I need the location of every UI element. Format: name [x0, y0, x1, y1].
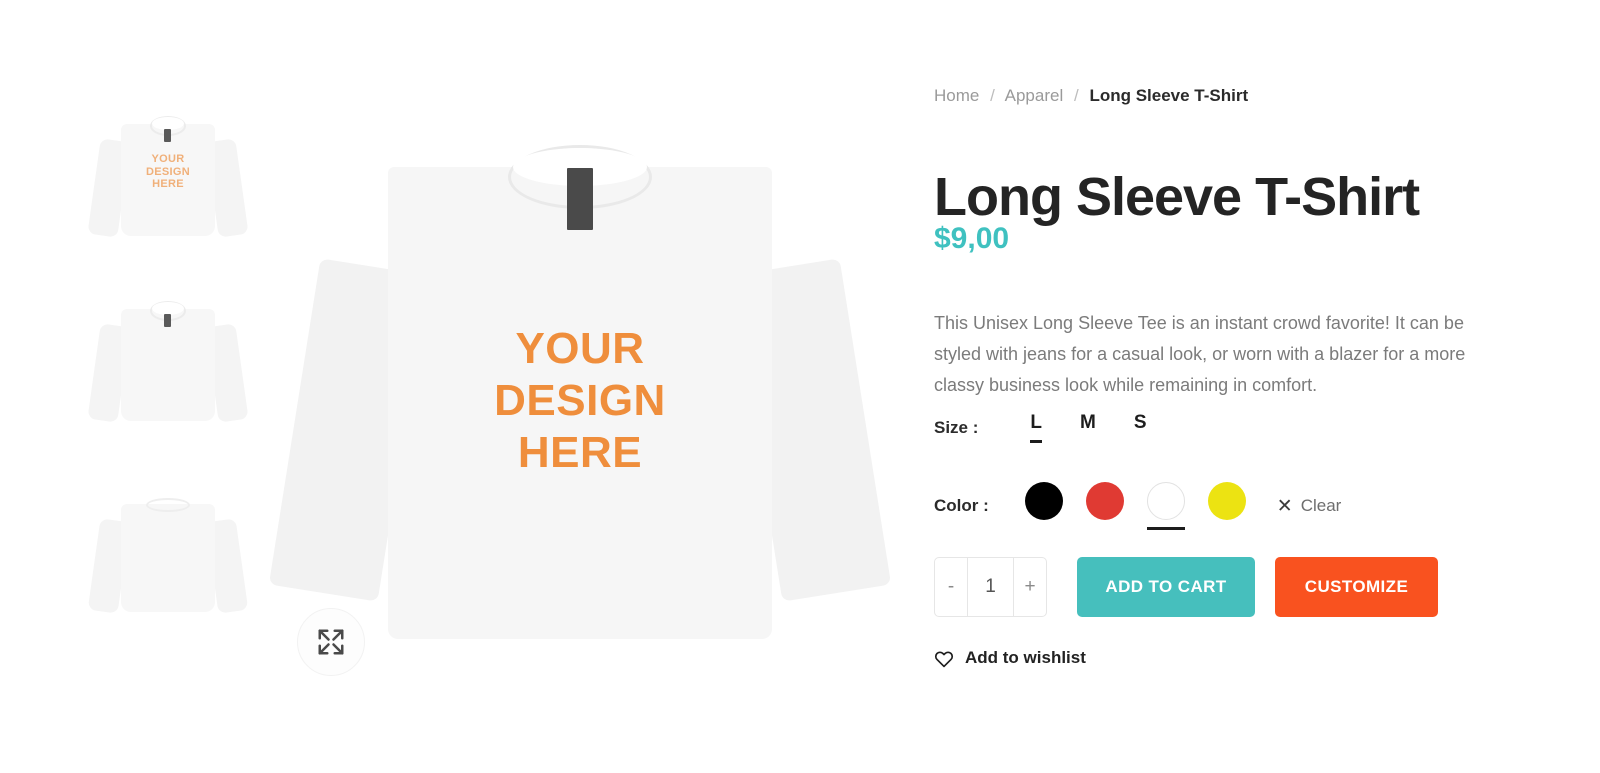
page-title: Long Sleeve T-Shirt	[934, 167, 1420, 228]
add-to-wishlist-button[interactable]: Add to wishlist	[934, 648, 1086, 668]
quantity-value[interactable]: 1	[967, 558, 1014, 616]
quantity-stepper: - 1 +	[934, 557, 1047, 617]
color-swatch-red[interactable]	[1085, 482, 1124, 530]
neck-tag	[164, 314, 171, 327]
thumbnail-print-text: YOUR DESIGN HERE	[88, 153, 248, 191]
swatch-fill-yellow	[1207, 482, 1246, 520]
breadcrumb-item-current: Long Sleeve T-Shirt	[1089, 86, 1249, 105]
size-option-s[interactable]: S	[1134, 412, 1147, 443]
thumbnail-front-with-print[interactable]: YOUR DESIGN HERE	[88, 96, 248, 256]
quantity-increment-button[interactable]: +	[1014, 558, 1046, 616]
quantity-decrement-button[interactable]: -	[935, 558, 967, 616]
print-line-1: YOUR	[151, 153, 185, 165]
main-product-image[interactable]: YOUR DESIGN HERE	[260, 95, 900, 695]
product-description: This Unisex Long Sleeve Tee is an instan…	[934, 313, 1466, 395]
thumbnail-front-blank[interactable]	[88, 281, 248, 441]
main-print-line-3: HERE	[517, 427, 643, 477]
size-options: L M S	[1030, 412, 1184, 443]
product-gallery: YOUR DESIGN HERE YOUR DESIGN HERE	[0, 0, 900, 773]
color-swatch-yellow[interactable]	[1207, 482, 1246, 530]
print-line-3: HERE	[152, 178, 184, 191]
breadcrumb-item-apparel[interactable]: Apparel	[1005, 86, 1064, 105]
color-label: Color :	[934, 496, 989, 515]
clear-color-button[interactable]: ✕ Clear	[1277, 496, 1342, 516]
size-option-l[interactable]: L	[1030, 412, 1043, 443]
color-options: ✕ Clear	[1024, 482, 1342, 530]
heart-outline-icon	[934, 650, 954, 667]
expand-arrows-glyph	[318, 629, 344, 655]
thumbnail-shirt-front-print: YOUR DESIGN HERE	[88, 96, 248, 256]
customize-button[interactable]: CUSTOMIZE	[1275, 557, 1438, 617]
size-label: Size :	[934, 417, 979, 437]
thumbnail-shirt-back	[88, 466, 248, 626]
main-print-text: YOUR DESIGN HERE	[260, 323, 900, 479]
thumbnail-back-view[interactable]	[88, 466, 248, 626]
breadcrumb-item-home[interactable]: Home	[934, 86, 979, 105]
breadcrumb-separator-1: /	[990, 86, 995, 105]
swatch-fill-white	[1146, 482, 1185, 520]
add-to-cart-button[interactable]: ADD TO CART	[1077, 557, 1255, 617]
swatch-fill-red	[1085, 482, 1124, 520]
main-print-line-2: DESIGN	[494, 375, 666, 425]
print-line-2: DESIGN	[146, 165, 190, 178]
thumbnail-list: YOUR DESIGN HERE	[88, 96, 248, 651]
main-print-line-1: YOUR	[515, 324, 645, 373]
breadcrumb: Home / Apparel / Long Sleeve T-Shirt	[934, 86, 1248, 106]
thumbnail-shirt-front-blank	[88, 281, 248, 441]
color-swatch-white[interactable]	[1146, 482, 1185, 530]
main-neck-tag	[567, 168, 593, 230]
color-swatch-black[interactable]	[1024, 482, 1063, 530]
expand-arrows-icon[interactable]	[297, 608, 365, 676]
close-x-icon: ✕	[1276, 495, 1293, 517]
swatch-fill-black	[1024, 482, 1063, 520]
size-selector-row: Size : L M S	[934, 412, 1185, 443]
neck-tag	[164, 129, 171, 142]
shirt-body	[121, 504, 215, 612]
purchase-actions: - 1 + ADD TO CART CUSTOMIZE	[934, 557, 1438, 617]
product-price: $9,00	[934, 222, 1010, 255]
size-option-m[interactable]: M	[1080, 412, 1096, 443]
color-selector-row: Color : ✕ Clear	[934, 482, 1341, 530]
breadcrumb-separator-2: /	[1073, 86, 1079, 105]
product-detail-page: YOUR DESIGN HERE YOUR DESIGN HERE Home /…	[0, 0, 1600, 773]
collar-back	[146, 498, 190, 512]
wishlist-label: Add to wishlist	[965, 648, 1086, 667]
clear-label: Clear	[1300, 496, 1342, 515]
